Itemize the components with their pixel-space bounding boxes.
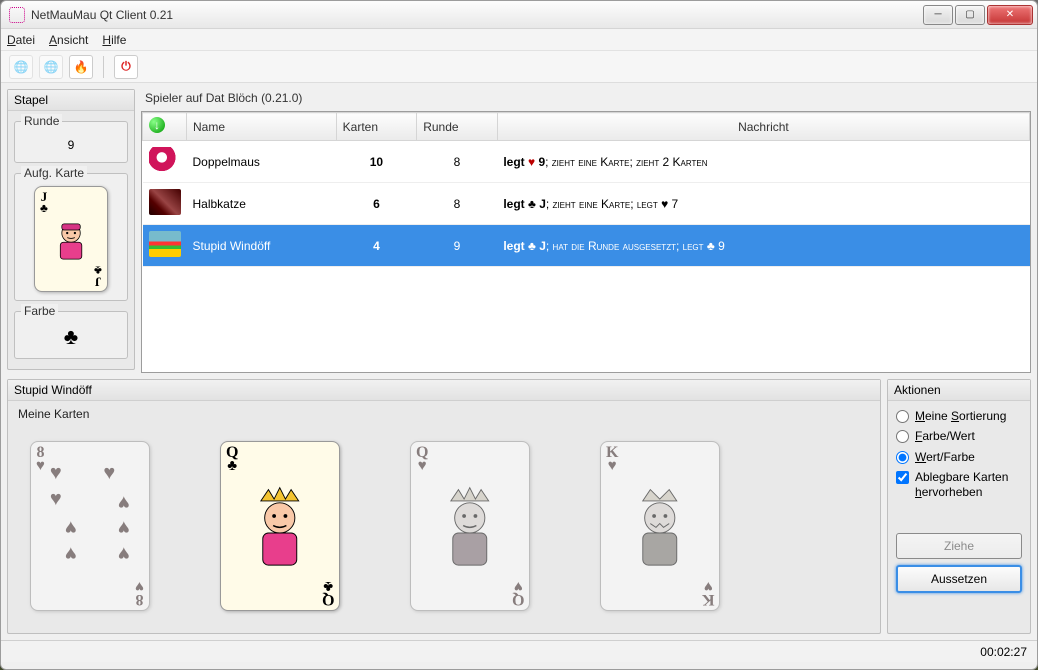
player-cards: 4 [336,225,417,267]
power-button[interactable]: ⏻ [114,55,138,79]
table-row[interactable]: Halbkatze68legt ♣ J; zieht eine Karte; l… [143,183,1030,225]
stack-header: Stapel [8,90,134,111]
main-window: NetMauMau Qt Client 0.21 ─ ▢ ✕ Datei Ans… [0,0,1038,670]
mycards-panel: Stupid Windöff Meine Karten 8♥♥♥♥♥♥♥♥♥8♥… [7,379,881,634]
player-cards: 10 [336,141,417,183]
table-row[interactable]: Stupid Windöff49legt ♣ J; hat die Runde … [143,225,1030,267]
sort-mine-radio[interactable]: Meine Sortierung [896,409,1022,423]
players-table-wrap: Name Karten Runde Nachricht Doppelmaus10… [141,111,1031,373]
upcard-group: Aufg. Karte J♣ J♣ [14,173,128,301]
king-face-icon [622,476,698,577]
globe2-button[interactable]: 🌐 [39,55,63,79]
app-icon [9,7,25,23]
players-table: Name Karten Runde Nachricht Doppelmaus10… [142,112,1030,267]
farbe-group: Farbe ♣ [14,311,128,359]
draw-button[interactable]: Ziehe [896,533,1022,559]
player-name: Stupid Windöff [187,225,337,267]
round-group: Runde 9 [14,121,128,163]
highlight-check[interactable]: Ablegbare Karten hervorheben [896,470,1022,499]
players-title: Spieler auf Dat Blöch (0.21.0) [141,89,1031,111]
delete-user-icon: 🔥 [74,60,89,74]
jack-face-icon [48,208,94,270]
player-name: Doppelmaus [187,141,337,183]
actions-panel: Aktionen Meine Sortierung Farbe/Wert Wer… [887,379,1031,634]
menu-view[interactable]: Ansicht [49,33,88,47]
round-value: 9 [21,128,121,156]
player-cards: 6 [336,183,417,225]
round-label: Runde [21,114,62,128]
col-name[interactable]: Name [187,113,337,141]
sort-farbe-wert-radio[interactable]: Farbe/Wert [896,429,1022,443]
col-round[interactable]: Runde [417,113,498,141]
player-round: 8 [417,141,498,183]
globe-icon: 🌐 [14,60,29,74]
actions-header: Aktionen [888,380,1030,401]
download-icon [149,117,165,133]
table-row[interactable]: Doppelmaus108legt ♥ 9; zieht eine Karte;… [143,141,1030,183]
menu-help[interactable]: Hilfe [102,33,126,47]
hand-card[interactable]: 8♥♥♥♥♥♥♥♥♥8♥ [30,441,150,611]
menubar: Datei Ansicht Hilfe [1,29,1037,51]
farbe-suit: ♣ [21,318,121,352]
player-round: 9 [417,225,498,267]
statusbar: 00:02:27 [1,640,1037,662]
upcard: J♣ J♣ [34,186,108,292]
close-button[interactable]: ✕ [987,5,1033,25]
hand-area: 8♥♥♥♥♥♥♥♥♥8♥ Q♣Q♣ Q♥Q♥ K♥K♥ [8,423,880,633]
queen-face-icon [242,476,318,577]
pass-button[interactable]: Aussetzen [896,565,1022,593]
toolbar: 🌐 🌐 🔥 ⏻ [1,51,1037,83]
player-round: 8 [417,183,498,225]
avatar [149,231,181,257]
player-message: legt ♥ 9; zieht eine Karte; zieht 2 Kart… [497,141,1029,183]
hand-card[interactable]: K♥K♥ [600,441,720,611]
col-msg[interactable]: Nachricht [497,113,1029,141]
status-time: 00:02:27 [980,645,1027,659]
delete-user-button[interactable]: 🔥 [69,55,93,79]
player-message: legt ♣ J; hat die Runde ausgesetzt; legt… [497,225,1029,267]
minimize-button[interactable]: ─ [923,5,953,25]
hand-card[interactable]: Q♥Q♥ [410,441,530,611]
sort-wert-farbe-radio[interactable]: Wert/Farbe [896,450,1022,464]
menu-file[interactable]: Datei [7,33,35,47]
toolbar-separator [103,56,104,78]
farbe-label: Farbe [21,304,58,318]
maximize-button[interactable]: ▢ [955,5,985,25]
titlebar: NetMauMau Qt Client 0.21 ─ ▢ ✕ [1,1,1037,29]
avatar [149,189,181,215]
avatar [149,147,181,173]
globe-icon: 🌐 [44,60,59,74]
col-icon[interactable] [143,113,187,141]
window-title: NetMauMau Qt Client 0.21 [31,8,923,22]
col-cards[interactable]: Karten [336,113,417,141]
mycards-header: Stupid Windöff [8,380,880,401]
player-message: legt ♣ J; zieht eine Karte; legt ♥ 7 [497,183,1029,225]
power-icon: ⏻ [121,59,131,74]
mycards-label: Meine Karten [8,401,880,423]
hand-card[interactable]: Q♣Q♣ [220,441,340,611]
player-name: Halbkatze [187,183,337,225]
globe1-button[interactable]: 🌐 [9,55,33,79]
upcard-label: Aufg. Karte [21,166,87,180]
queen-face-icon [432,476,508,577]
